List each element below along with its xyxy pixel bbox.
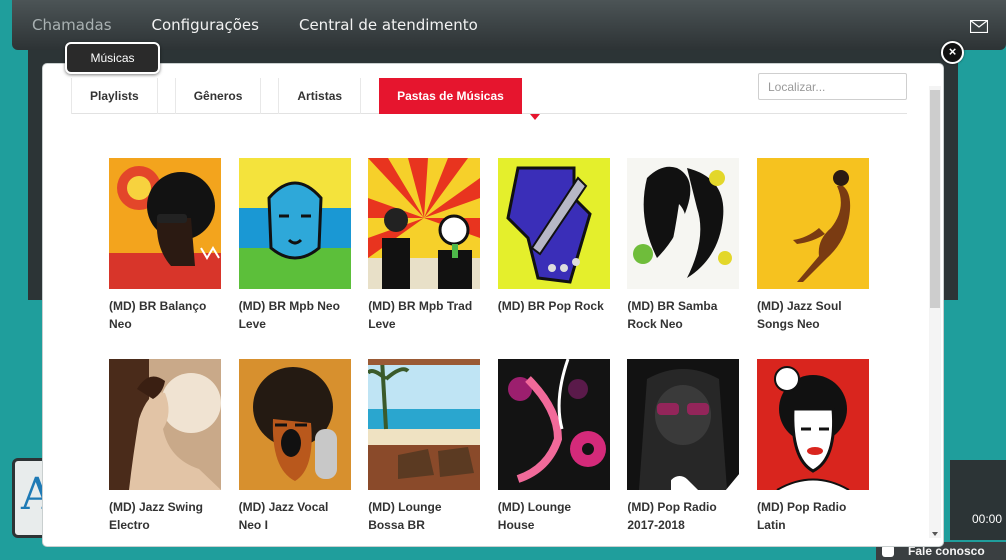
folder-title: (MD) Pop Radio Latin: [756, 500, 847, 532]
folder-title: (MD) Jazz Vocal Neo I: [238, 500, 329, 532]
folder-grid: (MD) BR Balanço Neo (MD) BR Mpb Neo Leve: [109, 158, 879, 536]
folder-card[interactable]: (MD) Pop Radio 2017-2018: [627, 359, 740, 536]
player-time: 00:00: [971, 512, 1002, 526]
tab-playlists[interactable]: Playlists: [71, 78, 158, 114]
folder-card[interactable]: (MD) Jazz Swing Electro: [109, 359, 221, 536]
folder-title: (MD) BR Pop Rock: [497, 299, 604, 313]
tab-pastas-de-musicas[interactable]: Pastas de Músicas: [379, 78, 541, 120]
modal-tag-label: Músicas: [90, 51, 135, 65]
modal-section-tag: Músicas: [65, 42, 160, 74]
background-player: 00:00: [950, 460, 1006, 540]
album-cover-image[interactable]: [368, 359, 481, 490]
tab-generos-label: Gêneros: [193, 89, 243, 103]
folder-card[interactable]: (MD) Pop Radio Latin: [756, 359, 869, 536]
album-cover-image[interactable]: [756, 359, 869, 490]
folder-card[interactable]: (MD) Jazz Soul Songs Neo: [756, 158, 869, 335]
album-cover-image[interactable]: [238, 359, 351, 490]
search-input[interactable]: [758, 73, 907, 100]
album-cover-image[interactable]: [238, 158, 351, 289]
check-icon: [671, 474, 740, 490]
fale-conosco-label: Fale conosco: [908, 544, 985, 558]
tab-pastas-label: Pastas de Músicas: [397, 89, 504, 103]
vertical-scrollbar[interactable]: [929, 86, 941, 538]
album-cover-image[interactable]: [109, 359, 221, 490]
folder-title: (MD) Lounge House: [497, 500, 572, 532]
album-cover-image[interactable]: [368, 158, 481, 289]
tab-spacer: [361, 78, 379, 114]
folder-card[interactable]: (MD) Lounge Bossa BR: [368, 359, 481, 536]
tab-spacer: [261, 78, 280, 114]
folder-card[interactable]: (MD) BR Balanço Neo: [109, 158, 221, 335]
folder-title: (MD) Jazz Soul Songs Neo: [756, 299, 842, 331]
scrollbar-thumb[interactable]: [930, 90, 940, 308]
album-cover-image[interactable]: [497, 359, 610, 490]
folder-title: (MD) Pop Radio 2017-2018: [627, 500, 717, 532]
album-cover-image[interactable]: [109, 158, 221, 289]
album-cover-image[interactable]: [627, 359, 740, 490]
album-cover-image[interactable]: [627, 158, 740, 289]
folder-card[interactable]: (MD) Lounge House: [497, 359, 610, 536]
folder-title: (MD) BR Balanço Neo: [109, 299, 207, 331]
folder-card[interactable]: (MD) BR Pop Rock: [497, 158, 610, 335]
album-cover-image[interactable]: [756, 158, 869, 289]
tab-generos[interactable]: Gêneros: [176, 78, 262, 114]
fale-conosco-checkbox[interactable]: [882, 545, 894, 557]
folder-card[interactable]: (MD) Jazz Vocal Neo I: [238, 359, 351, 536]
folder-title: (MD) BR Samba Rock Neo: [627, 299, 718, 331]
tab-artistas[interactable]: Artistas: [279, 78, 362, 114]
folder-title: (MD) Jazz Swing Electro: [109, 500, 204, 532]
folder-title: (MD) Lounge Bossa BR: [368, 500, 442, 532]
tab-artistas-label: Artistas: [297, 89, 343, 103]
nav-chamadas[interactable]: Chamadas: [32, 16, 112, 34]
envelope-icon[interactable]: [970, 20, 988, 33]
folder-card[interactable]: (MD) BR Samba Rock Neo: [627, 158, 740, 335]
close-icon[interactable]: ×: [941, 41, 964, 64]
folder-title: (MD) BR Mpb Neo Leve: [238, 299, 340, 331]
tab-playlists-label: Playlists: [90, 89, 139, 103]
folder-card[interactable]: (MD) BR Mpb Neo Leve: [238, 158, 351, 335]
folder-card[interactable]: (MD) BR Mpb Trad Leve: [368, 158, 481, 335]
nav-central-atendimento[interactable]: Central de atendimento: [299, 16, 478, 34]
folder-title: (MD) BR Mpb Trad Leve: [368, 299, 473, 331]
top-nav-bar: Chamadas Configurações Central de atendi…: [12, 0, 1006, 50]
music-modal: Playlists Gêneros Artistas Pastas de Mús…: [43, 64, 943, 546]
scroll-down-icon[interactable]: [932, 532, 938, 536]
tab-spacer: [158, 78, 176, 114]
album-cover-image[interactable]: [497, 158, 610, 289]
nav-configuracoes[interactable]: Configurações: [152, 16, 259, 34]
